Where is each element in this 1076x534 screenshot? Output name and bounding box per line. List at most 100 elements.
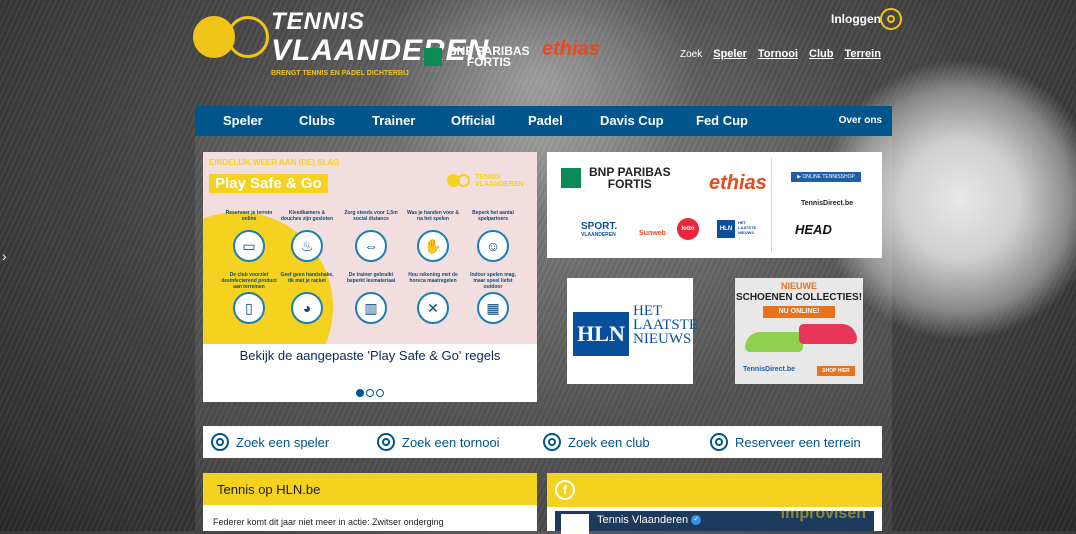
- search-link-terrein[interactable]: Terrein: [844, 48, 880, 60]
- nav-item-davis-cup[interactable]: Davis Cup: [600, 113, 664, 128]
- hln-words: HET LAATSTE NIEUWS: [633, 303, 698, 347]
- login-icon[interactable]: [880, 8, 902, 30]
- rule-item: Was je handen voor & na het spelen ✋: [405, 210, 461, 262]
- screen-icon: ▭: [233, 230, 265, 262]
- quick-search-tornooi[interactable]: Zoek een tornooi: [377, 433, 500, 451]
- nav-item-over-ons[interactable]: Over ons: [839, 115, 882, 126]
- slider-pagination: [203, 384, 537, 402]
- search-label: Zoek: [680, 49, 703, 60]
- nav-item-trainer[interactable]: Trainer: [372, 113, 415, 128]
- shoes-ad-badge: NU ONLINE!: [763, 306, 835, 318]
- shoes-ad-line2: SCHOENEN COLLECTIES!: [735, 292, 863, 303]
- shoes-ad-line1: NIEUWE: [781, 281, 817, 291]
- banner-logo-line1: TENNIS: [475, 174, 501, 181]
- rule-item: De club voorziet desinfecterend product …: [221, 272, 277, 324]
- facebook-feed[interactable]: Tennis Vlaanderen ✓ improvisen: [555, 505, 874, 534]
- banner-title: Play Safe & Go: [209, 174, 328, 193]
- rule-item: Hou rekening met de horeca maatregelen ✕: [405, 272, 461, 324]
- basket-icon: ▥: [355, 292, 387, 324]
- quick-search-speler[interactable]: Zoek een speler: [211, 433, 329, 451]
- pink-shoe-image: [799, 324, 857, 344]
- sponsor-hln-small[interactable]: HLN: [717, 220, 735, 238]
- rule-item: Zorg steeds voor 1,5m social distance ⇔: [343, 210, 399, 262]
- slider-dot-1[interactable]: [356, 389, 364, 397]
- hln-advert[interactable]: HLN HET LAATSTE NIEUWS: [567, 278, 698, 384]
- target-icon: [710, 433, 728, 451]
- slider-dot-2[interactable]: [366, 389, 374, 397]
- rule-item: Indoor spelen mag, maar speel liefst out…: [465, 272, 521, 324]
- rule-item: Reserveer je terrein online ▭: [221, 210, 277, 262]
- search-link-tornooi[interactable]: Tornooi: [758, 48, 798, 60]
- shop-here-button[interactable]: SHOP HIER: [817, 366, 855, 376]
- sponsor-divider: [771, 158, 772, 252]
- tennis-vlaanderen-logo[interactable]: TENNIS VLAANDEREN BRENGT TENNIS EN PADEL…: [193, 8, 488, 80]
- banner-logo-line2: VLAANDEREN: [475, 181, 524, 188]
- bnp-paribas-logo[interactable]: BNP PARIBAS FORTIS: [424, 45, 530, 69]
- header-search-links: Zoek Speler Tornooi Club Terrein: [680, 48, 881, 60]
- sponsor-ethias[interactable]: ethias: [709, 172, 767, 195]
- hln-news-card: Tennis op HLN.be Federer komt dit jaar n…: [203, 473, 537, 531]
- nav-item-fed-cup[interactable]: Fed Cup: [696, 113, 748, 128]
- slide-caption-link[interactable]: Bekijk de aangepaste 'Play Safe & Go' re…: [203, 348, 537, 363]
- hln-logo: HLN: [573, 312, 629, 356]
- sponsor-tennisdirect[interactable]: TennisDirect.be: [801, 200, 853, 207]
- rule-item: Kleedkamers & douches zijn gesloten ♨: [279, 210, 335, 262]
- facebook-icon[interactable]: f: [555, 480, 575, 500]
- court-icon: ▦: [477, 292, 509, 324]
- distance-icon: ⇔: [355, 230, 387, 262]
- nav-item-padel[interactable]: Padel: [528, 113, 563, 128]
- chevron-right-icon: ›: [2, 248, 7, 264]
- bnp-stars-icon: [424, 48, 442, 66]
- bnp-line2: FORTIS: [466, 55, 511, 69]
- facebook-card: f Tennis Vlaanderen ✓ improvisen: [547, 473, 882, 534]
- facebook-cover-text: improvisen: [780, 505, 866, 522]
- bottle-icon: ▯: [233, 292, 265, 324]
- logo-tagline: BRENGT TENNIS EN PADEL DICHTERBIJ: [271, 70, 409, 77]
- sponsor-head[interactable]: HEAD: [795, 222, 832, 237]
- cutlery-icon: ✕: [417, 292, 449, 324]
- nav-item-official[interactable]: Official: [451, 113, 495, 128]
- target-icon: [377, 433, 395, 451]
- facebook-page-name[interactable]: Tennis Vlaanderen ✓: [597, 514, 702, 526]
- sponsor-sport-vlaanderen[interactable]: SPORT. VLAANDEREN: [581, 222, 617, 240]
- banner-kicker: EINDELIJK WEER AAN (DE) SLAG: [209, 158, 340, 167]
- sponsor-bnp[interactable]: BNP PARIBAS FORTIS: [589, 166, 671, 190]
- tennis-ball-outline-icon: [227, 16, 269, 58]
- rule-item: Geef geen handshake, tik met je racket ◕: [279, 272, 335, 324]
- slider-dot-3[interactable]: [376, 389, 384, 397]
- search-link-speler[interactable]: Speler: [713, 48, 747, 60]
- quick-search-bar: Zoek een speler Zoek een tornooi Zoek ee…: [203, 426, 882, 458]
- bnp-stars-icon: [561, 168, 581, 188]
- target-icon: [543, 433, 561, 451]
- online-tennisshop-button[interactable]: ▶ ONLINE TENNISSHOP: [791, 172, 861, 182]
- hln-card-title: Tennis op HLN.be: [217, 482, 321, 497]
- hln-card-header: Tennis op HLN.be: [203, 473, 537, 505]
- page-avatar: [561, 514, 589, 534]
- banner-logo-icon: [447, 174, 473, 188]
- sponsor-sunweb[interactable]: Sunweb: [639, 230, 666, 237]
- sponsor-lotto[interactable]: lotto: [677, 218, 699, 240]
- hln-article-link[interactable]: Federer komt dit jaar niet meer in actie…: [213, 517, 444, 527]
- target-icon: [211, 433, 229, 451]
- shoes-ad-brand: TennisDirect.be: [743, 366, 795, 373]
- play-safe-banner[interactable]: EINDELIJK WEER AAN (DE) SLAG Play Safe &…: [203, 152, 537, 344]
- nav-item-speler[interactable]: Speler: [223, 113, 263, 128]
- quick-search-club[interactable]: Zoek een club: [543, 433, 650, 451]
- search-link-club[interactable]: Club: [809, 48, 833, 60]
- racket-icon: ◕: [291, 292, 323, 324]
- login-link[interactable]: Inloggen: [831, 12, 881, 26]
- shower-icon: ♨: [291, 230, 323, 262]
- green-shoe-image: [745, 332, 803, 352]
- rule-item: Beperk het aantal spelpartners ☺: [465, 210, 521, 262]
- hands-icon: ✋: [417, 230, 449, 262]
- sponsor-hln-small-words: HET LAATSTE NIEUWS: [738, 220, 757, 235]
- logo-line1: TENNIS: [271, 8, 366, 35]
- sponsors-block: BNP PARIBAS FORTIS ethias ▶ ONLINE TENNI…: [547, 152, 882, 258]
- ethias-logo[interactable]: ethias: [542, 38, 600, 61]
- players-icon: ☺: [477, 230, 509, 262]
- rule-item: De trainer gebruikt beperkt lesmateriaal…: [343, 272, 399, 324]
- shoes-advert[interactable]: NIEUWE SCHOENEN COLLECTIES! NU ONLINE! T…: [735, 278, 863, 384]
- quick-search-terrein[interactable]: Reserveer een terrein: [710, 433, 861, 451]
- nav-item-clubs[interactable]: Clubs: [299, 113, 335, 128]
- news-slider[interactable]: EINDELIJK WEER AAN (DE) SLAG Play Safe &…: [203, 152, 537, 402]
